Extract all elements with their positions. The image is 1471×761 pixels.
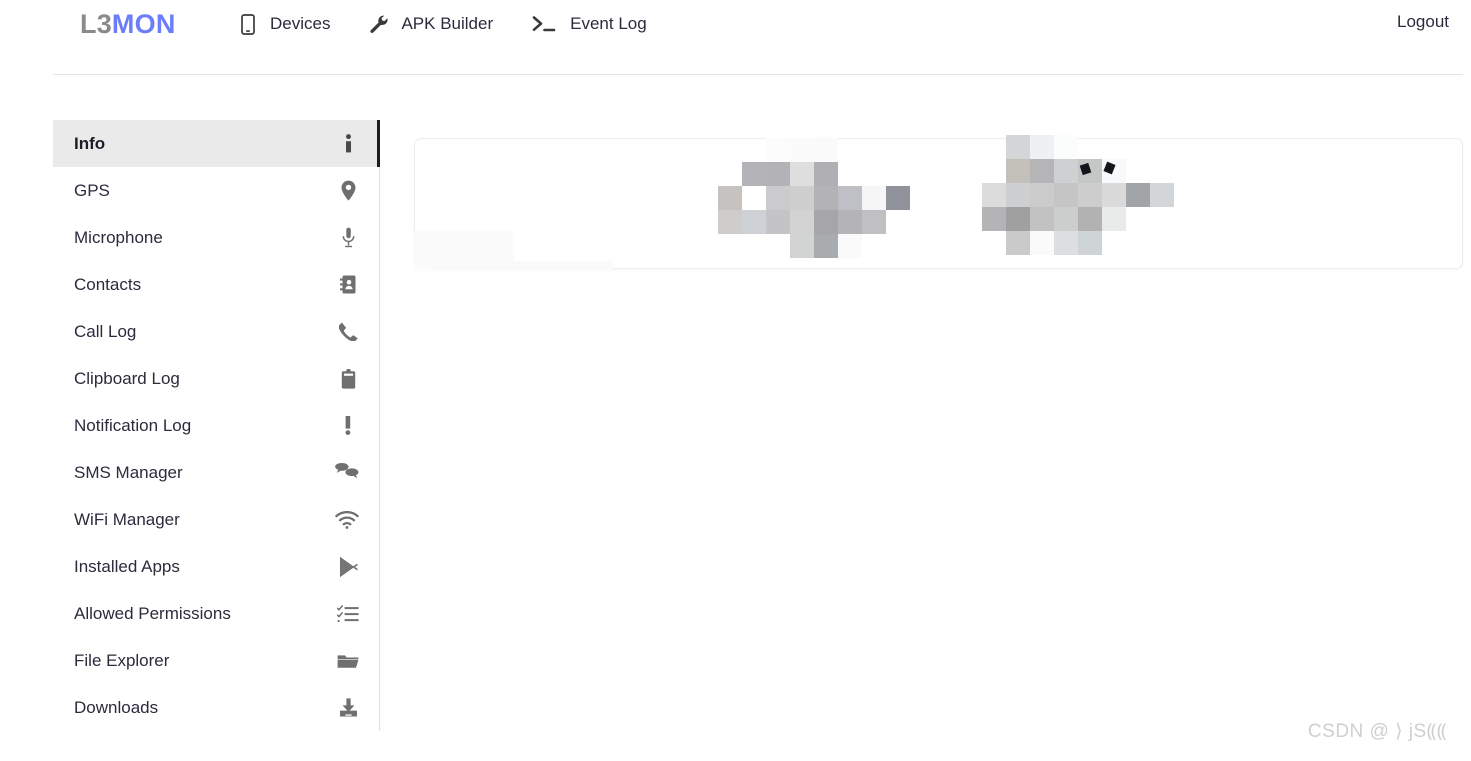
terminal-prompt-icon <box>532 14 558 34</box>
device-info-card <box>414 135 1463 271</box>
sidebar-item-microphone-label: Microphone <box>74 227 163 247</box>
nav-item-event-log-label: Event Log <box>570 14 647 33</box>
google-play-icon <box>337 556 359 578</box>
sidebar-item-clipboard-log[interactable]: Clipboard Log <box>53 355 379 402</box>
chat-bubbles-icon <box>335 462 359 484</box>
sidebar-item-info-label: Info <box>74 133 106 153</box>
sidebar-menu: Info GPS Microphone Contacts Call Log Cl… <box>53 120 380 731</box>
nav-item-apk-builder[interactable]: APK Builder <box>369 9 510 39</box>
wifi-icon <box>335 509 359 531</box>
phone-icon <box>337 321 359 343</box>
sidebar-item-sms-manager-label: SMS Manager <box>74 462 183 482</box>
sidebar-item-file-explorer[interactable]: File Explorer <box>53 637 379 684</box>
checklist-icon <box>337 603 359 625</box>
info-icon <box>337 133 359 155</box>
microphone-icon <box>337 227 359 249</box>
sidebar-item-downloads-label: Downloads <box>74 697 159 717</box>
sidebar-item-installed-apps-label: Installed Apps <box>74 556 180 576</box>
mobile-phone-icon <box>238 13 258 35</box>
nav-item-apk-builder-label: APK Builder <box>401 14 494 33</box>
sidebar-item-sms-manager[interactable]: SMS Manager <box>53 449 379 496</box>
header-divider <box>53 74 1463 75</box>
sidebar-item-gps[interactable]: GPS <box>53 167 379 214</box>
download-icon <box>337 697 359 719</box>
sidebar-item-info[interactable]: Info <box>53 120 380 167</box>
folder-icon <box>337 650 359 672</box>
sidebar-item-allowed-permissions[interactable]: Allowed Permissions <box>53 590 379 637</box>
top-navigation-bar: L3MON Devices APK Builder Event Log Logo… <box>0 0 1471 74</box>
sidebar-item-notification-log-label: Notification Log <box>74 415 192 435</box>
address-book-icon <box>337 274 359 296</box>
censored-region-secondary <box>982 135 1174 255</box>
sidebar-item-notification-log[interactable]: Notification Log <box>53 402 379 449</box>
censored-region-primary <box>718 138 910 258</box>
exclamation-icon <box>337 415 359 437</box>
sidebar-item-downloads[interactable]: Downloads <box>53 684 379 731</box>
sidebar-item-wifi-manager-label: WiFi Manager <box>74 509 180 529</box>
sidebar-item-contacts[interactable]: Contacts <box>53 261 379 308</box>
map-pin-icon <box>337 180 359 202</box>
app-logo[interactable]: L3MON <box>80 8 176 40</box>
nav-item-devices[interactable]: Devices <box>238 9 347 39</box>
sidebar-item-call-log-label: Call Log <box>74 321 137 341</box>
logo-text-secondary: MON <box>111 9 176 39</box>
censor-artifact-b <box>1103 161 1116 175</box>
sidebar-item-microphone[interactable]: Microphone <box>53 214 379 261</box>
nav-item-event-log[interactable]: Event Log <box>532 9 664 39</box>
nav-item-devices-label: Devices <box>270 14 331 33</box>
clipboard-icon <box>337 368 359 390</box>
sidebar-item-gps-label: GPS <box>74 180 110 200</box>
wrench-icon <box>369 14 389 34</box>
main-content <box>414 135 1463 271</box>
logo-text-primary: L3 <box>80 9 112 39</box>
sidebar-item-call-log[interactable]: Call Log <box>53 308 379 355</box>
sidebar-item-installed-apps[interactable]: Installed Apps <box>53 543 379 590</box>
censor-artifact-a <box>1079 162 1092 176</box>
censored-smudge-left <box>414 231 514 271</box>
sidebar-item-contacts-label: Contacts <box>74 274 142 294</box>
nav-links: Devices APK Builder Event Log <box>238 9 686 39</box>
sidebar-item-file-explorer-label: File Explorer <box>74 650 170 670</box>
l3mon-dashboard: L3MON Devices APK Builder Event Log Logo… <box>0 0 1471 761</box>
sidebar-item-allowed-permissions-label: Allowed Permissions <box>74 603 231 623</box>
sidebar-item-wifi-manager[interactable]: WiFi Manager <box>53 496 379 543</box>
sidebar-item-clipboard-log-label: Clipboard Log <box>74 368 180 388</box>
censored-smudge-bottom <box>433 261 613 271</box>
csdn-watermark: CSDN @ ⟩ jS⸨⸨ <box>1307 721 1447 742</box>
logout-button[interactable]: Logout <box>1397 12 1449 32</box>
